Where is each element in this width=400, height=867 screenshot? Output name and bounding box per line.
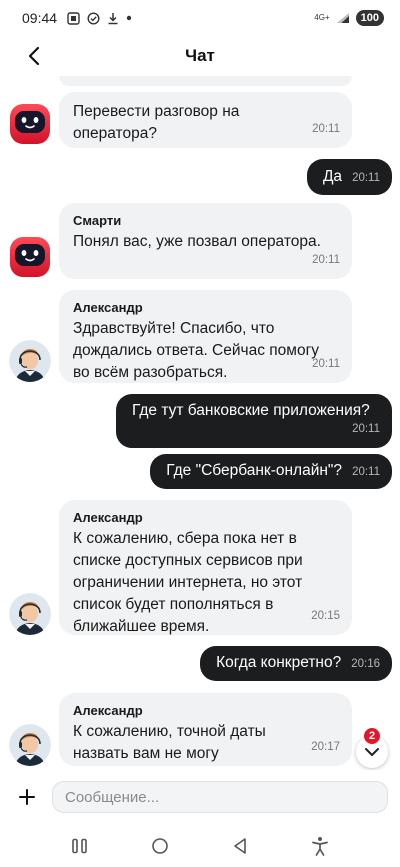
message-bubble-partial [59, 76, 352, 86]
accessibility-icon [312, 836, 328, 856]
operator-avatar-icon [9, 593, 51, 635]
sender-name: Александр [73, 510, 143, 525]
system-nav-bar [0, 824, 400, 867]
screenshot-icon [67, 11, 80, 25]
message-time: 20:11 [352, 466, 380, 478]
recent-apps-icon [72, 838, 87, 853]
message-bubble-incoming: Перевести разговор на оператора? 20:11 [59, 92, 352, 148]
avatar-operator [9, 340, 51, 382]
message-text: Когда конкретно? [216, 654, 342, 671]
message-bubble-outgoing: Где "Сбербанк-онлайн"? 20:11 [150, 454, 392, 489]
message-text: Где тут банковские приложения? [132, 402, 370, 419]
home-button[interactable] [145, 831, 175, 861]
check-circle-icon [87, 11, 100, 25]
chevron-left-icon [28, 46, 40, 66]
back-triangle-icon [234, 837, 246, 854]
status-notification-icons [67, 11, 132, 25]
avatar-bot [9, 236, 51, 278]
chevron-down-icon [365, 748, 379, 756]
battery-level: 100 [355, 10, 384, 26]
home-circle-icon [152, 837, 168, 854]
dot-icon [126, 15, 132, 21]
message-text: Перевести разговор на оператора? [73, 103, 240, 142]
recent-apps-button[interactable] [65, 831, 95, 861]
network-type: 4G+ [314, 13, 330, 22]
message-input[interactable] [52, 781, 388, 813]
message-bubble-outgoing: Когда конкретно? 20:16 [200, 646, 392, 681]
message-bubble-incoming: Александр Здравствуйте! Спасибо, что дож… [59, 290, 352, 383]
message-time: 20:16 [351, 658, 380, 670]
message-time: 20:11 [312, 254, 340, 266]
page-title: Чат [185, 46, 215, 65]
message-time: 20:15 [311, 610, 340, 622]
message-text: Здравствуйте! Спасибо, что дождались отв… [73, 320, 319, 381]
message-text: К сожалению, точной даты назвать вам не … [73, 723, 266, 762]
sender-name: Смарти [73, 213, 122, 228]
status-right: 4G+ 100 [314, 10, 384, 26]
robot-icon [10, 104, 50, 144]
operator-avatar-icon [9, 340, 51, 382]
attach-button[interactable] [12, 782, 42, 812]
accessibility-button[interactable] [305, 831, 335, 861]
message-text: К сожалению, сбера пока нет в списке дос… [73, 530, 303, 635]
message-text: Да [322, 168, 343, 185]
message-bubble-outgoing: Где тут банковские приложения? 20:11 [116, 394, 392, 448]
unread-badge: 2 [364, 728, 380, 744]
message-bubble-outgoing: Да 20:11 [306, 159, 392, 195]
message-time: 20:11 [312, 123, 340, 135]
download-icon [108, 12, 118, 24]
message-time: 20:17 [311, 741, 340, 753]
message-time: 20:11 [352, 423, 380, 435]
avatar-bot [9, 103, 51, 145]
chat-header: Чат [0, 36, 400, 76]
message-text: Понял вас, уже позвал оператора. [73, 233, 321, 250]
message-bubble-incoming: Александр К сожалению, точной даты назва… [59, 693, 352, 766]
signal-icon [336, 13, 349, 23]
back-button[interactable] [22, 44, 46, 68]
message-bubble-incoming: Смарти Понял вас, уже позвал оператора. … [59, 203, 352, 279]
plus-icon [19, 789, 35, 805]
status-bar: 09:44 4G+ 100 [0, 0, 400, 36]
message-bubble-incoming: Александр К сожалению, сбера пока нет в … [59, 500, 352, 635]
robot-icon [10, 237, 50, 277]
status-time: 09:44 [22, 10, 58, 26]
sender-name: Александр [73, 703, 143, 718]
message-composer [0, 775, 400, 819]
avatar-operator [9, 593, 51, 635]
chat-messages[interactable]: Перевести разговор на оператора? 20:11 Д… [0, 76, 400, 770]
avatar-operator [9, 724, 51, 766]
operator-avatar-icon [9, 724, 51, 766]
message-text: Где "Сбербанк-онлайн"? [166, 462, 343, 479]
system-back-button[interactable] [225, 831, 255, 861]
sender-name: Александр [73, 300, 143, 315]
message-time: 20:11 [312, 358, 340, 370]
message-time: 20:11 [352, 172, 380, 184]
